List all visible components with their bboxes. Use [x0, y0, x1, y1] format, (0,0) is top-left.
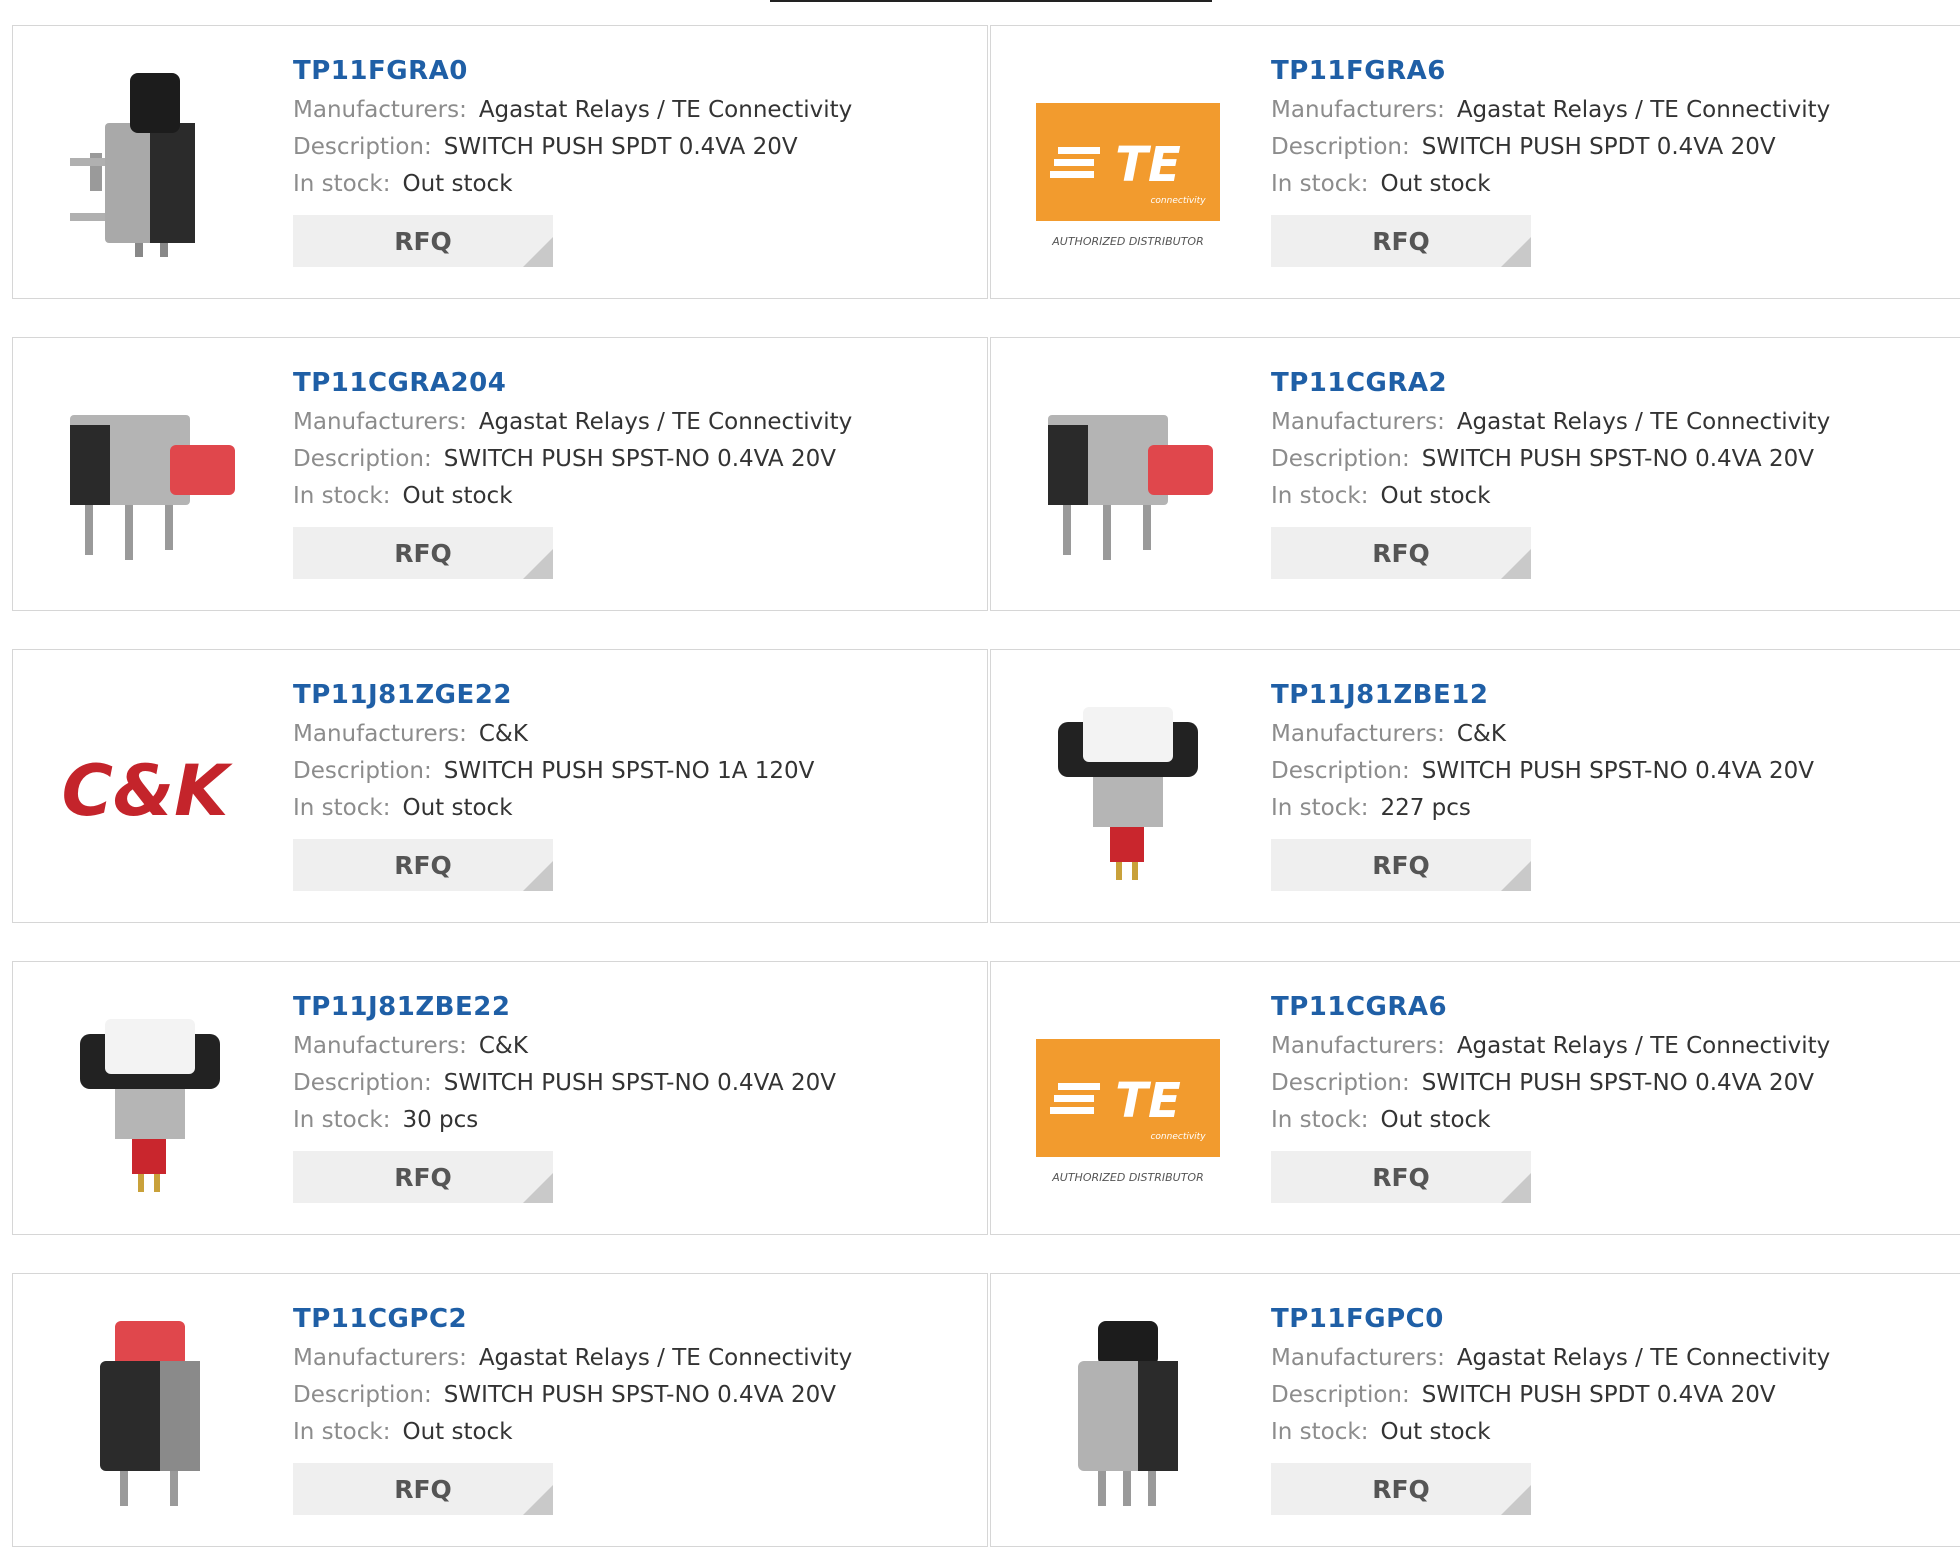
svg-text:connectivity: connectivity [1150, 1132, 1206, 1142]
stock-row: In stock: Out stock [293, 483, 513, 509]
manufacturer-row: Manufacturers: Agastat Relays / TE Connec… [1271, 1033, 1831, 1059]
description-row: Description: SWITCH PUSH SPST-NO 1A 120V [293, 758, 815, 784]
description-row: Description: SWITCH PUSH SPST-NO 0.4VA 20… [293, 446, 836, 472]
corner-triangle-icon [1501, 861, 1531, 891]
corner-triangle-icon [523, 1173, 553, 1203]
rfq-button[interactable]: RFQ [293, 1463, 553, 1515]
corner-triangle-icon [523, 1485, 553, 1515]
stock-row: In stock: 30 pcs [293, 1107, 479, 1133]
rfq-button[interactable]: RFQ [293, 527, 553, 579]
product-image[interactable] [50, 999, 250, 1199]
svg-text:AUTHORIZED DISTRIBUTOR: AUTHORIZED DISTRIBUTOR [1051, 1171, 1204, 1184]
product-card: TP11CGPC2 Manufacturers: Agastat Relays /… [12, 1273, 988, 1547]
part-number-link[interactable]: TP11FGRA6 [1271, 54, 1830, 88]
svg-text:C&K: C&K [62, 750, 233, 832]
description-row: Description: SWITCH PUSH SPDT 0.4VA 20V [1271, 1382, 1776, 1408]
corner-triangle-icon [523, 549, 553, 579]
product-card: TE connectivity AUTHORIZED DISTRIBUTOR T… [990, 25, 1960, 299]
description-row: Description: SWITCH PUSH SPST-NO 0.4VA 20… [1271, 446, 1814, 472]
description-row: Description: SWITCH PUSH SPST-NO 0.4VA 20… [293, 1382, 836, 1408]
rfq-button[interactable]: RFQ [293, 1151, 553, 1203]
manufacturer-row: Manufacturers: Agastat Relays / TE Connec… [1271, 97, 1831, 123]
description-row: Description: SWITCH PUSH SPST-NO 0.4VA 20… [1271, 1070, 1814, 1096]
product-image[interactable] [1028, 375, 1228, 575]
manufacturer-row: Manufacturers: Agastat Relays / TE Connec… [293, 97, 853, 123]
rfq-button[interactable]: RFQ [1271, 1151, 1531, 1203]
te-connectivity-logo[interactable]: TE connectivity AUTHORIZED DISTRIBUTOR [1028, 63, 1228, 263]
stock-row: In stock: Out stock [1271, 1419, 1491, 1445]
description-row: Description: SWITCH PUSH SPST-NO 0.4VA 20… [1271, 758, 1814, 784]
rfq-button[interactable]: RFQ [1271, 1463, 1531, 1515]
svg-text:connectivity: connectivity [1150, 196, 1206, 206]
te-connectivity-logo[interactable]: TE connectivity AUTHORIZED DISTRIBUTOR [1028, 999, 1228, 1199]
product-card: TP11CGRA204 Manufacturers: Agastat Relays… [12, 337, 988, 611]
svg-text:AUTHORIZED DISTRIBUTOR: AUTHORIZED DISTRIBUTOR [1051, 235, 1204, 248]
manufacturer-row: Manufacturers: Agastat Relays / TE Connec… [293, 1345, 853, 1371]
corner-triangle-icon [1501, 1485, 1531, 1515]
product-card: TE connectivity AUTHORIZED DISTRIBUTOR T… [990, 961, 1960, 1235]
top-divider [770, 0, 1212, 2]
stock-row: In stock: Out stock [1271, 483, 1491, 509]
rfq-button[interactable]: RFQ [293, 839, 553, 891]
rfq-button[interactable]: RFQ [1271, 839, 1531, 891]
product-image[interactable] [1028, 687, 1228, 887]
rfq-button[interactable]: RFQ [1271, 215, 1531, 267]
manufacturer-row: Manufacturers: C&K [1271, 721, 1506, 747]
stock-row: In stock: 227 pcs [1271, 795, 1471, 821]
description-row: Description: SWITCH PUSH SPDT 0.4VA 20V [293, 134, 798, 160]
product-card: TP11FGRA0 Manufacturers: Agastat Relays /… [12, 25, 988, 299]
part-number-link[interactable]: TP11CGRA6 [1271, 990, 1830, 1024]
product-card: TP11FGPC0 Manufacturers: Agastat Relays /… [990, 1273, 1960, 1547]
stock-row: In stock: Out stock [293, 795, 513, 821]
product-image[interactable] [50, 1311, 250, 1511]
description-row: Description: SWITCH PUSH SPDT 0.4VA 20V [1271, 134, 1776, 160]
product-card: TP11J81ZBE22 Manufacturers: C&K Descripti… [12, 961, 988, 1235]
part-number-link[interactable]: TP11CGRA2 [1271, 366, 1830, 400]
stock-row: In stock: Out stock [1271, 171, 1491, 197]
manufacturer-row: Manufacturers: Agastat Relays / TE Connec… [293, 409, 853, 435]
part-number-link[interactable]: TP11CGRA204 [293, 366, 852, 400]
manufacturer-row: Manufacturers: Agastat Relays / TE Connec… [1271, 409, 1831, 435]
product-card: TP11J81ZBE12 Manufacturers: C&K Descripti… [990, 649, 1960, 923]
product-image[interactable] [50, 63, 250, 263]
corner-triangle-icon [1501, 1173, 1531, 1203]
stock-row: In stock: Out stock [293, 171, 513, 197]
corner-triangle-icon [523, 861, 553, 891]
stock-row: In stock: Out stock [1271, 1107, 1491, 1133]
svg-text:TE: TE [1115, 137, 1181, 193]
product-image[interactable] [50, 375, 250, 575]
manufacturer-row: Manufacturers: C&K [293, 721, 528, 747]
part-number-link[interactable]: TP11J81ZBE12 [1271, 678, 1814, 712]
part-number-link[interactable]: TP11J81ZGE22 [293, 678, 814, 712]
ck-logo[interactable]: C&K [50, 687, 250, 887]
manufacturer-row: Manufacturers: C&K [293, 1033, 528, 1059]
corner-triangle-icon [1501, 549, 1531, 579]
product-card: TP11CGRA2 Manufacturers: Agastat Relays /… [990, 337, 1960, 611]
rfq-button[interactable]: RFQ [1271, 527, 1531, 579]
part-number-link[interactable]: TP11FGRA0 [293, 54, 852, 88]
product-image[interactable] [1028, 1311, 1228, 1511]
stock-row: In stock: Out stock [293, 1419, 513, 1445]
description-row: Description: SWITCH PUSH SPST-NO 0.4VA 20… [293, 1070, 836, 1096]
product-card: C&K TP11J81ZGE22 Manufacturers: C&K Descr… [12, 649, 988, 923]
corner-triangle-icon [1501, 237, 1531, 267]
part-number-link[interactable]: TP11J81ZBE22 [293, 990, 836, 1024]
corner-triangle-icon [523, 237, 553, 267]
rfq-button[interactable]: RFQ [293, 215, 553, 267]
svg-text:TE: TE [1115, 1073, 1181, 1129]
part-number-link[interactable]: TP11FGPC0 [1271, 1302, 1830, 1336]
part-number-link[interactable]: TP11CGPC2 [293, 1302, 852, 1336]
manufacturer-row: Manufacturers: Agastat Relays / TE Connec… [1271, 1345, 1831, 1371]
